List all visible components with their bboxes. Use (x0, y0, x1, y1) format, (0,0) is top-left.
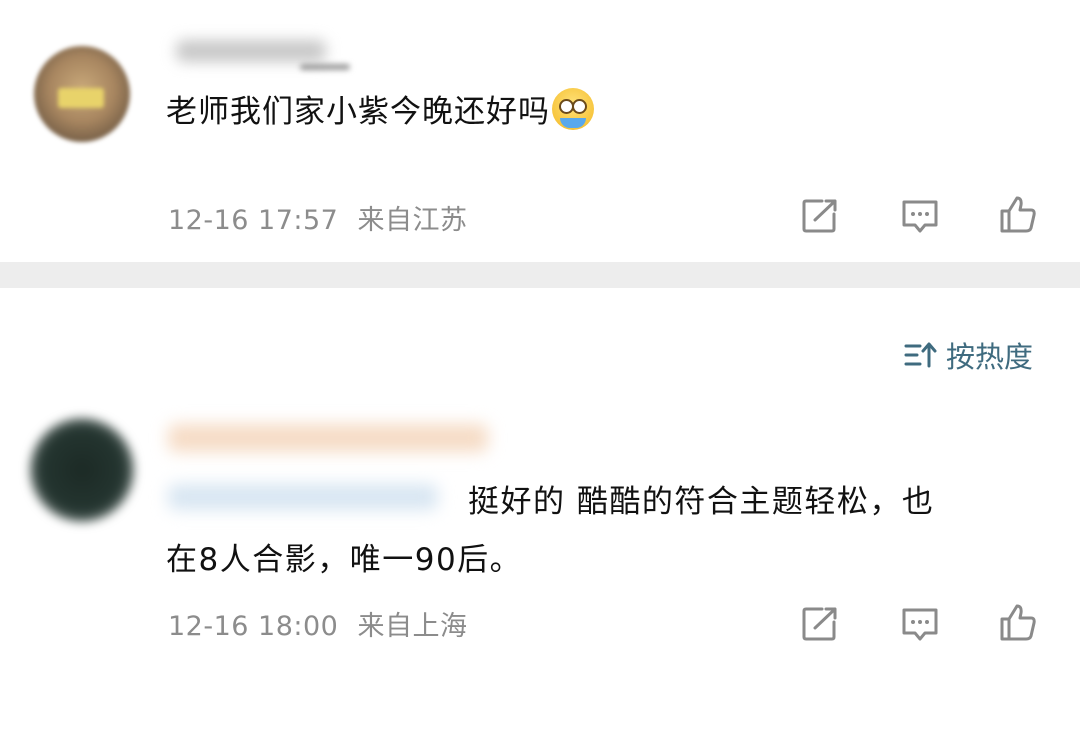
share-icon[interactable] (800, 604, 840, 644)
blurred-username-tail (300, 64, 350, 70)
comment-icon[interactable] (900, 196, 940, 236)
comment-meta: 12-16 18:00 来自上海 (168, 604, 467, 643)
blurred-username[interactable] (176, 40, 326, 62)
comment-meta: 12-16 17:57 来自江苏 (168, 198, 467, 237)
comment-location: 来自上海 (357, 611, 468, 642)
like-icon[interactable] (998, 602, 1038, 642)
comment-icon[interactable] (900, 604, 940, 644)
avatar[interactable] (30, 418, 134, 522)
avatar[interactable] (34, 46, 130, 142)
comment-item-1: 老师我们家小紫今晚还好吗 12-16 17:57 来自江苏 (0, 0, 1080, 262)
comment-text-line-1: 挺好的 酷酷的符合主题轻松，也 (468, 484, 935, 520)
section-separator (0, 262, 1080, 288)
like-icon[interactable] (998, 194, 1038, 234)
avatar-mask-badge (58, 88, 104, 108)
blurred-username[interactable] (168, 424, 488, 452)
sort-icon (904, 342, 937, 368)
comment-text: 老师我们家小紫今晚还好吗 (166, 86, 594, 138)
blurred-user-tag (168, 484, 438, 510)
sort-by-hot-button[interactable]: 按热度 (904, 334, 1033, 376)
comment-page: 老师我们家小紫今晚还好吗 12-16 17:57 来自江苏 按热度 挺好的 酷酷… (0, 0, 1080, 754)
sort-label: 按热度 (946, 340, 1034, 374)
comment-text-line-2: 在8人合影，唯一90后。 (166, 542, 523, 578)
crying-face-emoji-icon (552, 88, 594, 130)
share-icon[interactable] (800, 196, 840, 236)
comment-location: 来自江苏 (357, 205, 468, 236)
comment-timestamp: 12-16 18:00 (168, 611, 339, 642)
comment-timestamp: 12-16 17:57 (168, 205, 339, 236)
